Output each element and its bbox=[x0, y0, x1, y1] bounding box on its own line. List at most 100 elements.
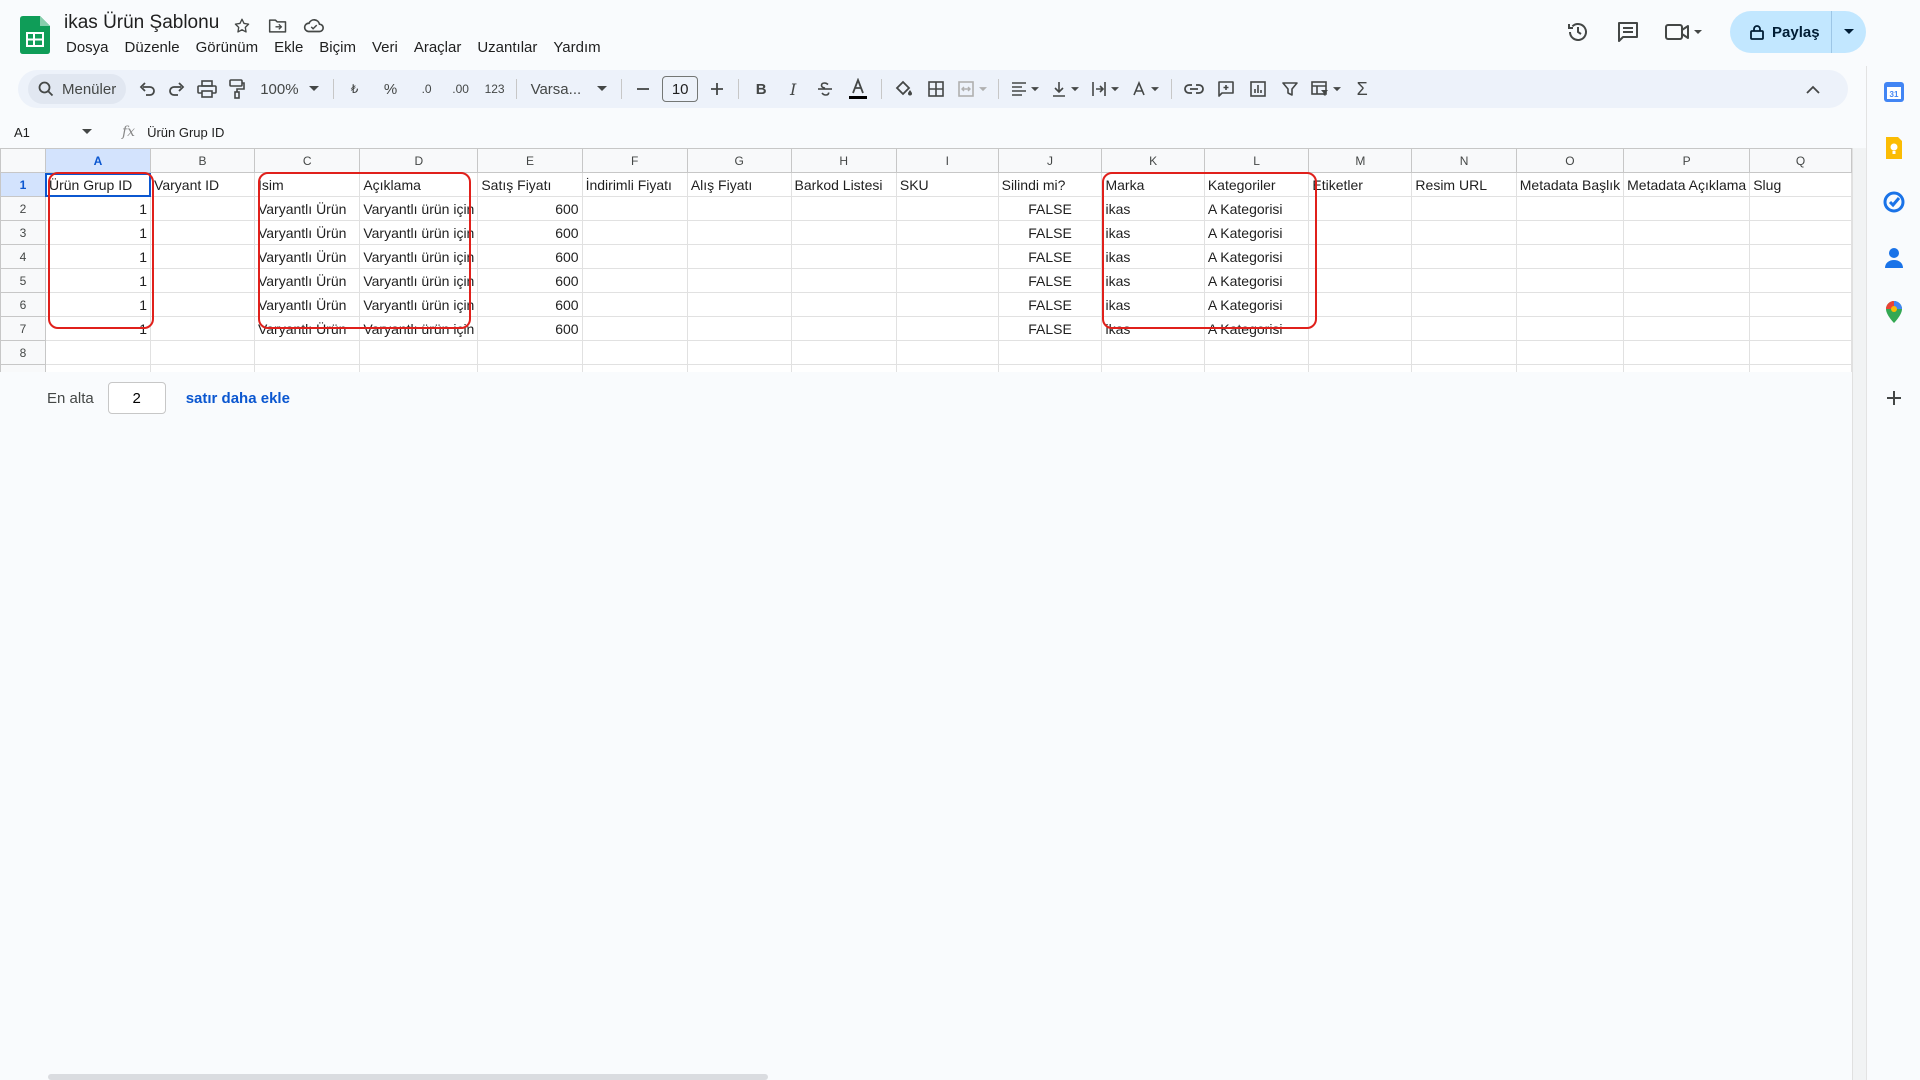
formula-input[interactable]: Ürün Grup ID bbox=[147, 125, 224, 140]
cell-a7[interactable]: 1 bbox=[44, 316, 152, 341]
cell-f3[interactable] bbox=[581, 220, 688, 245]
merge-cells-icon[interactable] bbox=[952, 74, 992, 104]
cell-m7[interactable] bbox=[1308, 316, 1413, 341]
cell-b8[interactable] bbox=[150, 340, 255, 365]
column-header-e[interactable]: E bbox=[477, 148, 583, 173]
cell-k9[interactable] bbox=[1101, 364, 1205, 372]
cell-o9[interactable] bbox=[1515, 364, 1625, 372]
cell-n8[interactable] bbox=[1411, 340, 1517, 365]
cell-n4[interactable] bbox=[1411, 244, 1517, 269]
cell-f1[interactable]: İndirimli Fiyatı bbox=[581, 172, 688, 197]
cell-h8[interactable] bbox=[790, 340, 897, 365]
row-header[interactable]: 3 bbox=[0, 220, 46, 245]
cell-q2[interactable] bbox=[1749, 196, 1852, 221]
chevron-up-icon[interactable] bbox=[1798, 74, 1828, 104]
cell-e1[interactable]: Satış Fiyatı bbox=[477, 172, 583, 197]
decrease-decimal-button[interactable]: .0 bbox=[412, 74, 442, 104]
share-dropdown-icon[interactable] bbox=[1832, 29, 1866, 35]
cell-j5[interactable]: FALSE bbox=[997, 268, 1103, 293]
cell-n3[interactable] bbox=[1411, 220, 1517, 245]
row-header[interactable]: 1 bbox=[0, 172, 46, 197]
cell-c5[interactable]: Varyantlı Ürün bbox=[253, 268, 361, 293]
column-header-j[interactable]: J bbox=[997, 148, 1103, 173]
insert-chart-icon[interactable] bbox=[1242, 74, 1274, 104]
cell-k2[interactable]: ikas bbox=[1101, 196, 1205, 221]
cell-b9[interactable] bbox=[150, 364, 255, 372]
font-size-decrease-icon[interactable] bbox=[628, 74, 658, 104]
column-header-m[interactable]: M bbox=[1308, 148, 1413, 173]
select-all-corner[interactable] bbox=[0, 148, 46, 173]
cell-o4[interactable] bbox=[1515, 244, 1625, 269]
cell-p8[interactable] bbox=[1623, 340, 1751, 365]
cell-k4[interactable]: ikas bbox=[1101, 244, 1205, 269]
fill-color-icon[interactable] bbox=[888, 74, 920, 104]
currency-format-button[interactable]: ₺ bbox=[340, 74, 370, 104]
menu-format[interactable]: Biçim bbox=[311, 38, 364, 58]
cell-h5[interactable] bbox=[790, 268, 897, 293]
cell-j4[interactable]: FALSE bbox=[997, 244, 1103, 269]
cell-f6[interactable] bbox=[581, 292, 688, 317]
cell-e3[interactable]: 600 bbox=[477, 220, 583, 245]
cell-l5[interactable]: A Kategorisi bbox=[1203, 268, 1310, 293]
horizontal-scrollbar[interactable] bbox=[48, 1074, 768, 1080]
menu-search[interactable]: Menüler bbox=[28, 74, 127, 104]
cell-d9[interactable] bbox=[359, 364, 479, 372]
cell-k5[interactable]: ikas bbox=[1101, 268, 1205, 293]
cell-f7[interactable] bbox=[581, 316, 688, 341]
insert-link-icon[interactable] bbox=[1178, 74, 1210, 104]
cell-c6[interactable]: Varyantlı Ürün bbox=[253, 292, 361, 317]
cell-b5[interactable] bbox=[150, 268, 255, 293]
name-box[interactable]: A1 bbox=[0, 125, 104, 140]
menu-edit[interactable]: Düzenle bbox=[117, 38, 188, 58]
contacts-icon[interactable] bbox=[1880, 244, 1908, 272]
cell-p5[interactable] bbox=[1623, 268, 1751, 293]
cell-i6[interactable] bbox=[895, 292, 999, 317]
cell-c2[interactable]: Varyantlı Ürün bbox=[253, 196, 361, 221]
cell-h4[interactable] bbox=[790, 244, 897, 269]
undo-icon[interactable] bbox=[132, 74, 162, 104]
menu-help[interactable]: Yardım bbox=[545, 38, 608, 58]
font-size-increase-icon[interactable] bbox=[702, 74, 732, 104]
redo-icon[interactable] bbox=[162, 74, 192, 104]
insert-comment-icon[interactable] bbox=[1210, 74, 1242, 104]
cell-d8[interactable] bbox=[359, 340, 479, 365]
row-header[interactable]: 2 bbox=[0, 196, 46, 221]
row-header[interactable]: 8 bbox=[0, 340, 46, 365]
cell-g3[interactable] bbox=[686, 220, 792, 245]
cell-o6[interactable] bbox=[1515, 292, 1625, 317]
cell-p2[interactable] bbox=[1623, 196, 1751, 221]
cell-q8[interactable] bbox=[1749, 340, 1852, 365]
cell-h7[interactable] bbox=[790, 316, 897, 341]
cell-k3[interactable]: ikas bbox=[1101, 220, 1205, 245]
add-on-plus-icon[interactable] bbox=[1880, 384, 1908, 412]
column-header-p[interactable]: P bbox=[1623, 148, 1751, 173]
cell-b1[interactable]: Varyant ID bbox=[150, 172, 255, 197]
cell-g2[interactable] bbox=[686, 196, 792, 221]
cell-l6[interactable]: A Kategorisi bbox=[1203, 292, 1310, 317]
cell-k8[interactable] bbox=[1101, 340, 1205, 365]
cell-a2[interactable]: 1 bbox=[44, 196, 152, 221]
cell-l2[interactable]: A Kategorisi bbox=[1203, 196, 1310, 221]
star-icon[interactable] bbox=[230, 14, 254, 38]
cell-e7[interactable]: 600 bbox=[477, 316, 583, 341]
column-header-b[interactable]: B bbox=[150, 148, 255, 173]
cell-l4[interactable]: A Kategorisi bbox=[1203, 244, 1310, 269]
cell-f4[interactable] bbox=[581, 244, 688, 269]
menu-file[interactable]: Dosya bbox=[58, 38, 117, 58]
cell-p9[interactable] bbox=[1623, 364, 1751, 372]
maps-icon[interactable] bbox=[1880, 298, 1908, 326]
cell-d7[interactable]: Varyantlı ürün için bbox=[359, 316, 479, 341]
italic-icon[interactable]: I bbox=[777, 74, 809, 104]
row-header[interactable]: 7 bbox=[0, 316, 46, 341]
cell-c1[interactable]: İsim bbox=[253, 172, 361, 197]
cell-i5[interactable] bbox=[895, 268, 999, 293]
column-header-l[interactable]: L bbox=[1203, 148, 1310, 173]
cell-a5[interactable]: 1 bbox=[44, 268, 152, 293]
cell-e6[interactable]: 600 bbox=[477, 292, 583, 317]
cell-p7[interactable] bbox=[1623, 316, 1751, 341]
version-history-icon[interactable] bbox=[1556, 10, 1600, 54]
column-header-o[interactable]: O bbox=[1515, 148, 1625, 173]
cell-c8[interactable] bbox=[253, 340, 361, 365]
cell-h1[interactable]: Barkod Listesi bbox=[790, 172, 897, 197]
cell-q5[interactable] bbox=[1749, 268, 1852, 293]
